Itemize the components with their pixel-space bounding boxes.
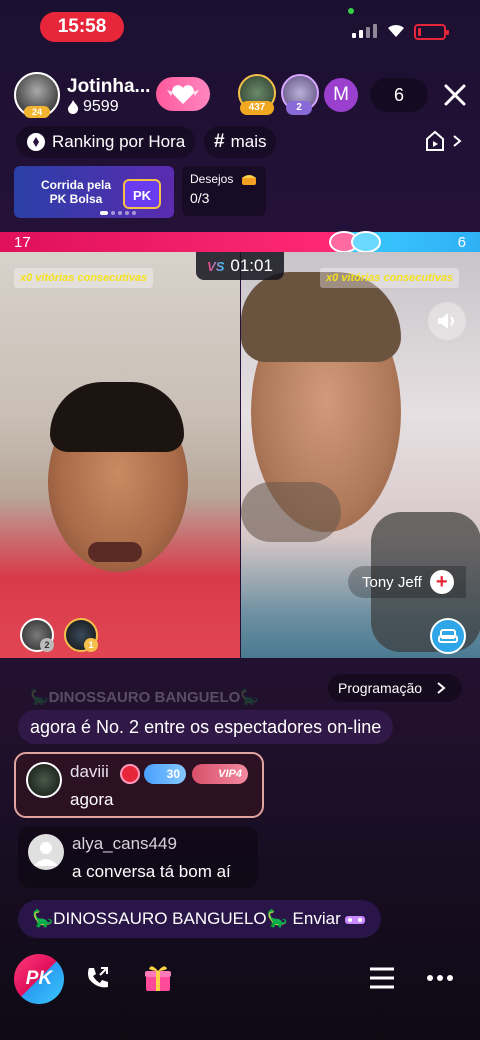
svg-text:PK: PK: [133, 188, 152, 203]
room-share-button[interactable]: [424, 130, 462, 152]
pk-banner-line2: PK Bolsa: [49, 192, 103, 206]
schedule-button[interactable]: Programação: [328, 674, 462, 702]
wishes-progress: 0/3: [190, 190, 210, 206]
treasure-icon: [242, 175, 257, 185]
menu-icon: [370, 967, 394, 989]
viewer-avatar-3[interactable]: M: [324, 78, 358, 112]
chat-faded-message: 🦕DINOSSAURO BANGUELO🦕: [30, 689, 260, 706]
chat-username[interactable]: daviii: [70, 762, 109, 782]
vs-emblem-icon: [329, 231, 381, 253]
pk-timer: VS 01:01: [196, 252, 284, 280]
mic-indicator-dot: [348, 8, 354, 14]
chat-avatar[interactable]: [26, 762, 62, 798]
chat-message[interactable]: alya_cans449 a conversa tá bom aí: [18, 826, 258, 888]
level-badge: 30: [144, 764, 186, 784]
heart-wings-icon: [167, 85, 199, 104]
chat-gift-message: 🦕DINOSSAURO BANGUELO🦕 Enviar: [18, 900, 381, 938]
viewer-badge-2: 2: [286, 101, 312, 115]
win-streak-right: x0 vitórias consecutivas: [320, 268, 460, 288]
pk-bag-icon: PK: [123, 179, 161, 209]
plus-icon: +: [435, 571, 448, 593]
gift-icon: [145, 966, 171, 991]
gift-sticker-icon: [344, 916, 365, 924]
ranking-button[interactable]: Ranking por Hora: [16, 126, 196, 158]
host-level-badge: 24: [24, 106, 50, 118]
pk-score-left: 17: [0, 232, 350, 252]
chat-gift-text: 🦕DINOSSAURO BANGUELO🦕 Enviar: [32, 909, 341, 928]
default-avatar-icon: [34, 842, 58, 866]
banner-pagination: [100, 211, 136, 215]
vip-badge: VIP4: [192, 764, 248, 784]
chevron-right-icon: [437, 682, 446, 694]
pk-timer-value: 01:01: [230, 256, 273, 275]
schedule-label: Programação: [338, 680, 423, 696]
wishes-label: Desejos: [190, 172, 234, 186]
supporter-rank-2: 1: [84, 638, 98, 652]
host-name[interactable]: Jotinha...: [67, 76, 150, 98]
speaker-icon: [438, 313, 454, 329]
chat-avatar[interactable]: [28, 834, 64, 870]
call-icon: [88, 967, 108, 988]
sofa-icon: [438, 629, 458, 643]
chevron-right-icon: [453, 135, 462, 147]
opponent-name: Tony Jeff: [362, 573, 422, 591]
vs-label: VS: [207, 258, 225, 274]
signal-icon: [352, 24, 377, 38]
pk-button[interactable]: PK: [14, 954, 64, 1004]
viewer-count[interactable]: 6: [370, 78, 428, 112]
speaker-button[interactable]: [428, 302, 466, 340]
win-streak-left: x0 vitórias consecutivas: [14, 268, 154, 288]
chat-text: agora: [70, 790, 114, 809]
pk-score-bar: 17 6: [0, 232, 480, 252]
viewer-badge-1: 437: [240, 101, 274, 115]
verified-badge-icon: [120, 764, 140, 784]
chat-username[interactable]: alya_cans449: [72, 834, 177, 854]
ranking-icon: [27, 133, 45, 151]
pk-banner-line1: Corrida pela: [40, 178, 112, 192]
pk-bag-banner[interactable]: Corrida pela PK Bolsa PK: [14, 166, 174, 218]
chat-text: a conversa tá bom aí: [72, 862, 231, 881]
like-button[interactable]: [156, 77, 210, 111]
hashtag-button[interactable]: # mais: [204, 126, 277, 158]
ranking-label: Ranking por Hora: [52, 132, 186, 151]
follow-button[interactable]: +: [429, 570, 454, 594]
status-time: 15:58: [40, 12, 124, 42]
close-button[interactable]: [440, 80, 470, 110]
hashtag-label: mais: [230, 132, 267, 151]
supporter-rank-1: 2: [40, 638, 54, 652]
more-icon: [427, 975, 453, 981]
home-play-icon: [426, 130, 444, 151]
chat-system-message: agora é No. 2 entre os espectadores on-l…: [18, 710, 394, 744]
host-fans: 9599: [67, 98, 119, 116]
gift-button[interactable]: [138, 958, 178, 998]
call-button[interactable]: [78, 958, 118, 998]
sofa-button[interactable]: [430, 618, 466, 654]
flame-icon: [68, 100, 79, 114]
wifi-icon: [388, 24, 404, 37]
host-video[interactable]: [0, 252, 240, 658]
wishes-panel[interactable]: Desejos 0/3: [182, 166, 266, 216]
hashtag-icon: #: [214, 131, 225, 152]
close-icon: [444, 84, 466, 106]
chat-message-vip[interactable]: daviii 30 VIP4 agora: [14, 752, 264, 818]
host-fans-count: 9599: [83, 98, 119, 115]
more-button[interactable]: [420, 958, 460, 998]
opponent-name-tag[interactable]: Tony Jeff +: [348, 566, 466, 598]
menu-button[interactable]: [362, 958, 402, 998]
battery-icon: [414, 24, 449, 40]
